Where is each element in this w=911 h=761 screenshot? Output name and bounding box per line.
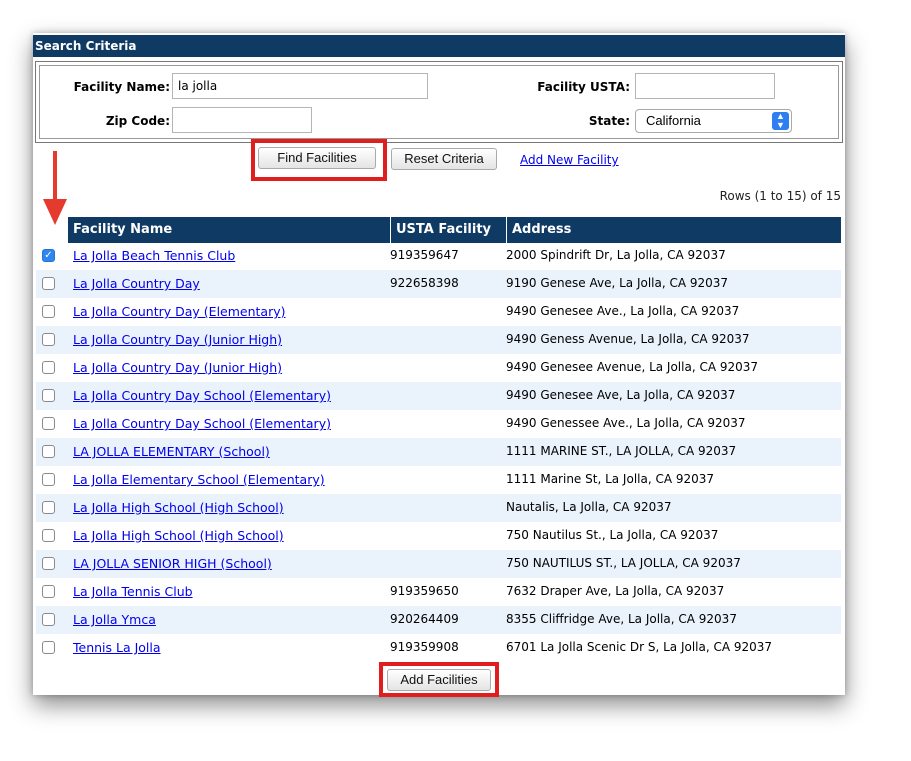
zip-code-input[interactable]: [172, 107, 312, 133]
table-row: La Jolla Country Day (Junior High) 9490 …: [36, 326, 841, 354]
facility-name-link[interactable]: LA JOLLA ELEMENTARY (School): [73, 444, 270, 459]
address-cell: 6701 La Jolla Scenic Dr S, La Jolla, CA …: [506, 640, 773, 654]
col-address: Address: [506, 217, 841, 243]
row-checkbox[interactable]: [42, 529, 55, 542]
facility-name-link[interactable]: La Jolla Tennis Club: [73, 584, 193, 599]
facility-usta-input[interactable]: [635, 73, 775, 99]
table-row: La Jolla Country Day School (Elementary)…: [36, 382, 841, 410]
usta-facility-cell: 919359647: [390, 248, 459, 262]
address-cell: 8355 Cliffridge Ave, La Jolla, CA 92037: [506, 612, 737, 626]
facility-name-link[interactable]: La Jolla Country Day: [73, 276, 200, 291]
facility-name-link[interactable]: La Jolla Country Day (Junior High): [73, 360, 282, 375]
state-label: State:: [588, 114, 630, 128]
table-row: La Jolla Tennis Club 919359650 7632 Drap…: [36, 578, 841, 606]
address-cell: Nautalis, La Jolla, CA 92037: [506, 500, 672, 514]
rows-info: Rows (1 to 15) of 15: [719, 189, 841, 203]
table-row: LA JOLLA SENIOR HIGH (School) 750 NAUTIL…: [36, 550, 841, 578]
address-cell: 9490 Geness Avenue, La Jolla, CA 92037: [506, 332, 750, 346]
address-cell: 9490 Genessee Ave., La Jolla, CA 92037: [506, 416, 746, 430]
facility-name-link[interactable]: La Jolla Country Day (Elementary): [73, 304, 286, 319]
select-arrows-icon: ▲ ▼: [772, 112, 789, 130]
red-down-arrow-icon: [43, 151, 67, 225]
zip-code-label: Zip Code:: [105, 114, 170, 128]
facility-name-link[interactable]: La Jolla High School (High School): [73, 528, 284, 543]
row-checkbox[interactable]: [42, 641, 55, 654]
results-table-header: Facility Name USTA Facility Address: [68, 217, 841, 243]
address-cell: 9490 Genesee Avenue, La Jolla, CA 92037: [506, 360, 759, 374]
facility-name-input[interactable]: [172, 73, 428, 99]
facility-name-link[interactable]: Tennis La Jolla: [73, 640, 161, 655]
address-cell: 1111 MARINE ST., LA JOLLA, CA 92037: [506, 444, 737, 458]
search-criteria-box: Facility Name: Facility USTA: Zip Code: …: [35, 61, 843, 143]
facility-name-link[interactable]: La Jolla Country Day (Junior High): [73, 332, 282, 347]
address-cell: 750 Nautilus St., La Jolla, CA 92037: [506, 528, 719, 542]
row-checkbox[interactable]: [42, 445, 55, 458]
facility-usta-label: Facility USTA:: [537, 80, 630, 94]
address-cell: 7632 Draper Ave, La Jolla, CA 92037: [506, 584, 725, 598]
address-cell: 750 NAUTILUS ST., LA JOLLA, CA 92037: [506, 556, 741, 570]
row-checkbox[interactable]: [42, 501, 55, 514]
find-facilities-highlight: [251, 139, 387, 181]
add-facilities-highlight: [379, 662, 499, 697]
usta-facility-cell: 920264409: [390, 612, 459, 626]
row-checkbox[interactable]: [42, 305, 55, 318]
table-row: La Jolla Country Day (Elementary) 9490 G…: [36, 298, 841, 326]
checkmark-icon: ✓: [44, 250, 53, 261]
row-checkbox[interactable]: [42, 585, 55, 598]
row-checkbox[interactable]: [42, 389, 55, 402]
address-cell: 2000 Spindrift Dr, La Jolla, CA 92037: [506, 248, 726, 262]
row-checkbox[interactable]: [42, 277, 55, 290]
facility-name-link[interactable]: La Jolla Elementary School (Elementary): [73, 472, 325, 487]
address-cell: 9490 Genesee Ave., La Jolla, CA 92037: [506, 304, 740, 318]
row-checkbox[interactable]: ✓: [42, 249, 55, 262]
address-cell: 9490 Genesee Ave, La Jolla, CA 92037: [506, 388, 736, 402]
row-checkbox[interactable]: [42, 557, 55, 570]
col-facility-name: Facility Name: [73, 222, 173, 237]
table-row: Tennis La Jolla 919359908 6701 La Jolla …: [36, 634, 841, 662]
table-row: La Jolla High School (High School) Nauta…: [36, 494, 841, 522]
row-checkbox[interactable]: [42, 473, 55, 486]
facility-search-panel: Search Criteria Facility Name: Facility …: [33, 33, 845, 697]
table-row: ✓ La Jolla Beach Tennis Club 919359647 2…: [36, 242, 841, 270]
search-criteria-header: Search Criteria: [33, 35, 845, 57]
table-row: LA JOLLA ELEMENTARY (School) 1111 MARINE…: [36, 438, 841, 466]
facility-name-label: Facility Name:: [73, 80, 170, 94]
col-usta-facility: USTA Facility: [390, 217, 506, 243]
table-row: La Jolla Country Day (Junior High) 9490 …: [36, 354, 841, 382]
facility-name-link[interactable]: La Jolla High School (High School): [73, 500, 284, 515]
facility-name-link[interactable]: La Jolla Country Day School (Elementary): [73, 416, 331, 431]
facility-name-link[interactable]: La Jolla Ymca: [73, 612, 156, 627]
table-row: La Jolla Country Day School (Elementary)…: [36, 410, 841, 438]
facility-name-link[interactable]: La Jolla Beach Tennis Club: [73, 248, 235, 263]
facility-name-link[interactable]: La Jolla Country Day School (Elementary): [73, 388, 331, 403]
table-row: La Jolla High School (High School) 750 N…: [36, 522, 841, 550]
table-row: La Jolla Ymca 920264409 8355 Cliffridge …: [36, 606, 841, 634]
state-select[interactable]: California ▲ ▼: [635, 109, 792, 133]
address-cell: 1111 Marine St, La Jolla, CA 92037: [506, 472, 715, 486]
row-checkbox[interactable]: [42, 333, 55, 346]
row-checkbox[interactable]: [42, 613, 55, 626]
reset-criteria-button[interactable]: Reset Criteria: [391, 148, 497, 170]
address-cell: 9190 Genese Ave, La Jolla, CA 92037: [506, 276, 729, 290]
add-new-facility-link[interactable]: Add New Facility: [520, 153, 619, 167]
facility-name-link[interactable]: LA JOLLA SENIOR HIGH (School): [73, 556, 272, 571]
usta-facility-cell: 919359650: [390, 584, 459, 598]
row-checkbox[interactable]: [42, 417, 55, 430]
usta-facility-cell: 919359908: [390, 640, 459, 654]
table-row: La Jolla Elementary School (Elementary) …: [36, 466, 841, 494]
row-checkbox[interactable]: [42, 361, 55, 374]
table-row: La Jolla Country Day 922658398 9190 Gene…: [36, 270, 841, 298]
usta-facility-cell: 922658398: [390, 276, 459, 290]
